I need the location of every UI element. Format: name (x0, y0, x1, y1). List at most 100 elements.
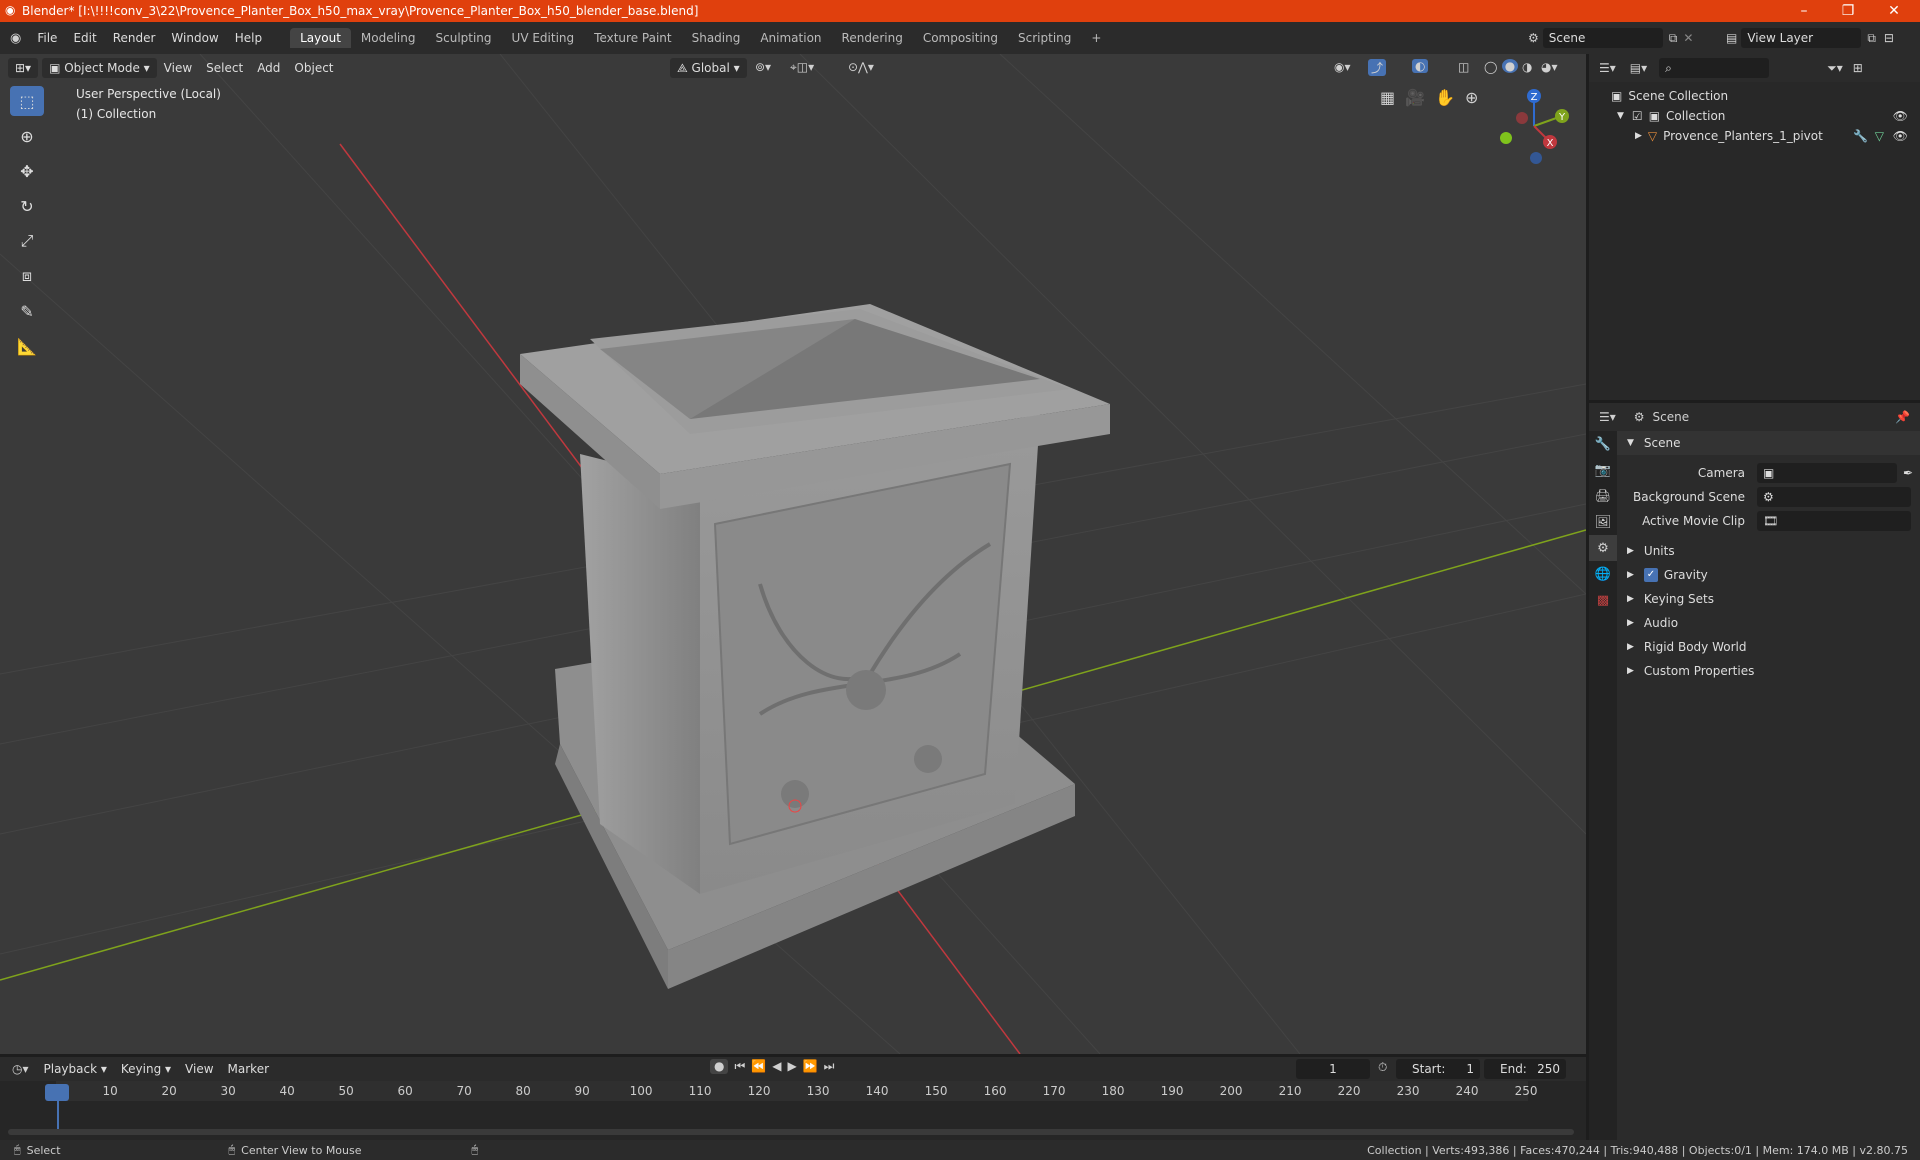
tab-layout[interactable]: Layout (290, 28, 351, 48)
menu-render[interactable]: Render (105, 31, 164, 45)
menu-timeline-view[interactable]: View (178, 1062, 220, 1076)
menu-help[interactable]: Help (227, 31, 270, 45)
view-layer-field[interactable]: View Layer (1741, 28, 1862, 48)
eyedropper-icon[interactable]: ✒ (1903, 466, 1913, 480)
rigid-body-world-panel-header[interactable]: ▶ Rigid Body World (1617, 635, 1920, 659)
tool-tab-icon[interactable]: 🔧 (1589, 431, 1617, 457)
new-collection-icon[interactable]: ⊞ (1853, 61, 1863, 75)
add-workspace-button[interactable]: + (1081, 28, 1111, 48)
grid-view-icon[interactable]: ▦ (1380, 88, 1395, 107)
visibility-icon[interactable]: ◉▾ (1334, 60, 1351, 74)
collapse-triangle-icon[interactable]: ▼ (1617, 111, 1624, 121)
timeline-scrollbar[interactable] (8, 1129, 1574, 1135)
wireframe-shading-icon[interactable]: ◯ (1484, 60, 1497, 74)
rendered-shading-icon[interactable]: ◕▾ (1541, 60, 1558, 74)
view-layer-icon[interactable]: ▤ (1726, 31, 1737, 45)
delete-view-layer-icon[interactable]: ⊟ (1884, 31, 1894, 45)
menu-edit[interactable]: Edit (65, 31, 104, 45)
outliner-row-collection[interactable]: ▼ ☑ ▣ Collection 👁 (1589, 106, 1920, 126)
collection-checkbox-icon[interactable]: ☑ (1632, 109, 1643, 123)
expand-triangle-icon[interactable]: ▶ (1635, 131, 1642, 141)
menu-window[interactable]: Window (163, 31, 226, 45)
timeline-editor-type-icon[interactable]: ◷▾ (12, 1062, 29, 1076)
tab-scripting[interactable]: Scripting (1008, 28, 1081, 48)
new-scene-icon[interactable]: ⧉ (1669, 31, 1678, 46)
tab-texture-paint[interactable]: Texture Paint (584, 28, 681, 48)
rotate-tool-icon[interactable]: ↻ (10, 191, 44, 221)
annotate-tool-icon[interactable]: ✎ (10, 296, 44, 326)
scale-tool-icon[interactable]: ⤢ (10, 226, 44, 256)
scene-icon[interactable]: ⚙ (1528, 31, 1539, 45)
custom-properties-panel-header[interactable]: ▶ Custom Properties (1617, 659, 1920, 683)
menu-playback[interactable]: Playback ▾ (37, 1062, 114, 1076)
tab-uv-editing[interactable]: UV Editing (502, 28, 585, 48)
background-scene-field[interactable]: ⚙ (1757, 487, 1911, 507)
start-frame-field[interactable]: Start: 1 (1396, 1059, 1480, 1079)
new-view-layer-icon[interactable]: ⧉ (1867, 31, 1876, 46)
eye-icon[interactable]: 👁 (1893, 129, 1908, 143)
snap-icon[interactable]: ⌖◫▾ (790, 60, 814, 75)
move-tool-icon[interactable]: ✥ (10, 156, 44, 186)
delete-scene-icon[interactable]: ✕ (1683, 31, 1693, 45)
editor-type-button[interactable]: ⊞▾ (8, 58, 39, 78)
menu-select[interactable]: Select (199, 61, 250, 75)
camera-field[interactable]: ▣ (1757, 463, 1897, 483)
minimize-button[interactable]: – (1782, 0, 1826, 22)
tab-modeling[interactable]: Modeling (351, 28, 426, 48)
camera-view-icon[interactable]: 🎥 (1405, 88, 1425, 107)
tab-compositing[interactable]: Compositing (913, 28, 1008, 48)
current-frame-field[interactable]: 1 (1296, 1059, 1370, 1079)
view-layer-tab-icon[interactable]: 🖼 (1589, 509, 1617, 535)
object-mode-dropdown[interactable]: ▣ Object Mode ▾ (42, 58, 157, 78)
menu-view[interactable]: View (157, 61, 199, 75)
pivot-icon[interactable]: ⊚▾ (755, 60, 771, 74)
timeline-track-area[interactable]: 1102030405060708090100110120130140150160… (0, 1081, 1586, 1140)
texture-tab-icon[interactable]: ▩ (1589, 587, 1617, 613)
menu-keying[interactable]: Keying ▾ (114, 1062, 178, 1076)
xray-icon[interactable]: ◫ (1458, 60, 1469, 74)
keying-sets-panel-header[interactable]: ▶ Keying Sets (1617, 587, 1920, 611)
transform-orientation-dropdown[interactable]: ⟁ Global ▾ (670, 58, 747, 78)
playhead-marker[interactable] (45, 1084, 69, 1101)
modifier-wrench-icon[interactable]: 🔧 (1853, 129, 1868, 143)
units-panel-header[interactable]: ▶ Units (1617, 539, 1920, 563)
cursor-tool-icon[interactable]: ⊕ (10, 121, 44, 151)
transform-tool-icon[interactable]: ⧈ (10, 261, 44, 291)
gizmo-toggle-icon[interactable]: ⤴ (1368, 59, 1387, 76)
world-tab-icon[interactable]: 🌐 (1589, 561, 1617, 587)
3d-viewport[interactable]: ⊞▾ ▣ Object Mode ▾ View Select Add Objec… (0, 54, 1586, 1054)
jump-end-icon[interactable]: ⏭ (824, 1059, 835, 1074)
menu-object[interactable]: Object (287, 61, 340, 75)
render-tab-icon[interactable]: 📷 (1589, 457, 1617, 483)
overlay-toggle-icon[interactable]: ◐ (1412, 59, 1429, 73)
maximize-button[interactable]: ❐ (1826, 0, 1870, 22)
menu-marker[interactable]: Marker (221, 1062, 276, 1076)
play-reverse-icon[interactable]: ◀ (772, 1059, 781, 1074)
scene-tab-icon[interactable]: ⚙ (1589, 535, 1617, 561)
display-mode-icon[interactable]: ▤▾ (1630, 61, 1647, 75)
select-box-icon[interactable]: ⬚ (10, 86, 44, 116)
axis-gizmo[interactable]: Z Y X (1494, 86, 1574, 166)
stopwatch-icon[interactable]: ⏱ (1378, 1060, 1387, 1075)
tab-rendering[interactable]: Rendering (832, 28, 913, 48)
planter-model[interactable] (520, 304, 1110, 989)
solid-shading-icon[interactable]: ● (1502, 59, 1518, 73)
next-keyframe-icon[interactable]: ⏩ (803, 1059, 818, 1074)
measure-tool-icon[interactable]: 📐 (10, 331, 44, 361)
tab-sculpting[interactable]: Sculpting (426, 28, 502, 48)
zoom-icon[interactable]: ⊕ (1465, 88, 1478, 107)
scene-panel-header[interactable]: ▼ Scene (1617, 431, 1920, 455)
audio-panel-header[interactable]: ▶ Audio (1617, 611, 1920, 635)
material-shading-icon[interactable]: ◑ (1522, 60, 1532, 74)
play-icon[interactable]: ▶ (787, 1059, 796, 1074)
close-button[interactable]: ✕ (1872, 0, 1916, 22)
prev-keyframe-icon[interactable]: ⏪ (751, 1059, 766, 1074)
pin-icon[interactable]: 📌 (1895, 410, 1910, 424)
outliner-editor-type-icon[interactable]: ☰▾ (1599, 61, 1616, 75)
record-icon[interactable]: ● (710, 1059, 729, 1074)
active-movie-clip-field[interactable]: 🎞 (1757, 511, 1911, 531)
menu-file[interactable]: File (29, 31, 65, 45)
gravity-checkbox[interactable]: ✓ (1643, 568, 1658, 582)
eye-icon[interactable]: 👁 (1893, 109, 1908, 123)
scene-field[interactable]: Scene (1542, 28, 1663, 48)
